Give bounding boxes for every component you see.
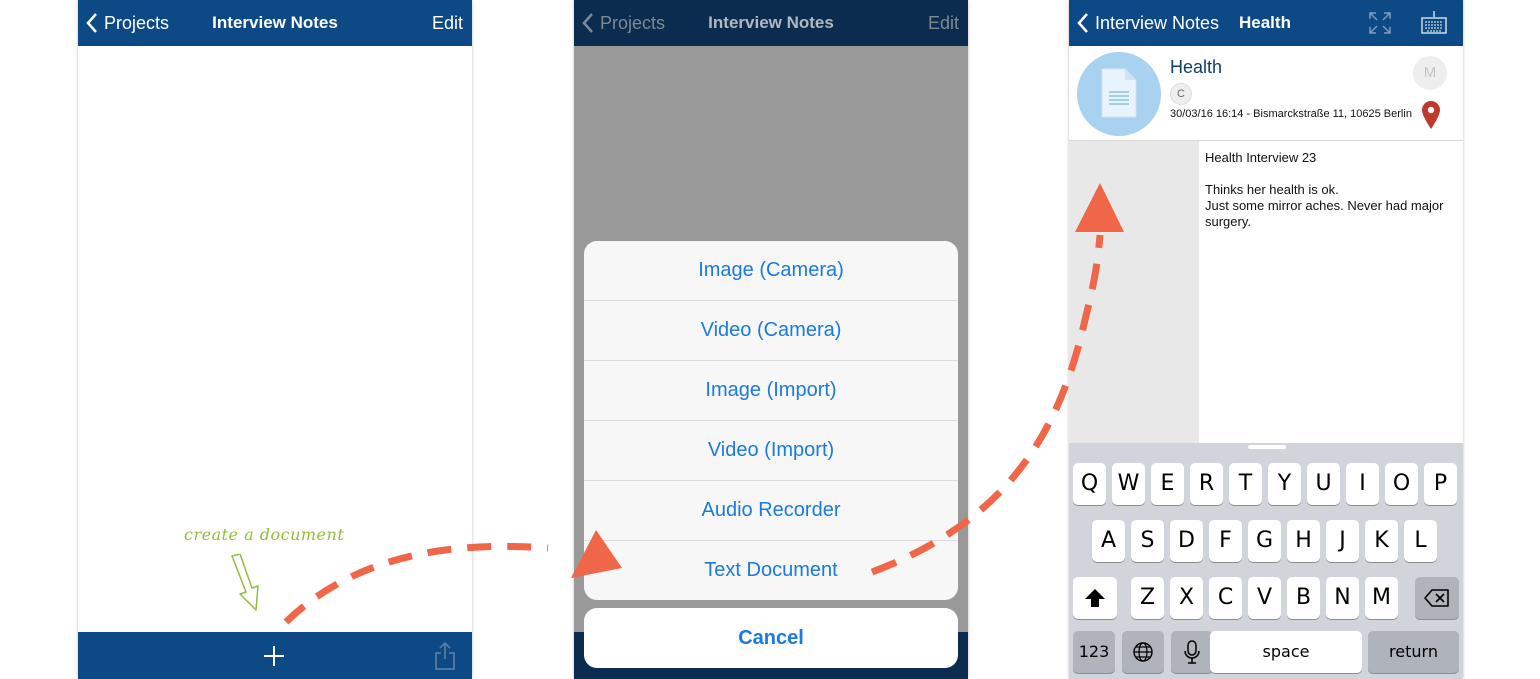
dictation-key[interactable]: [1171, 631, 1213, 673]
action-video-import[interactable]: Video (Import): [584, 421, 958, 481]
key[interactable]: F: [1209, 520, 1242, 562]
back-label: Interview Notes: [1095, 12, 1220, 33]
cancel-button[interactable]: Cancel: [584, 608, 958, 668]
navigation-bar: Interview Notes Health: [1069, 0, 1463, 46]
numbers-key[interactable]: 123: [1073, 631, 1115, 673]
bottom-toolbar: [78, 632, 472, 679]
hint-arrow-icon: [231, 554, 259, 611]
page-title: Health: [1239, 13, 1291, 32]
key[interactable]: C: [1209, 577, 1242, 619]
back-button[interactable]: Projects: [582, 0, 665, 46]
shift-key[interactable]: [1073, 577, 1117, 619]
key[interactable]: G: [1248, 520, 1281, 562]
expand-icon[interactable]: [1368, 11, 1392, 35]
action-audio-recorder[interactable]: Audio Recorder: [584, 481, 958, 541]
back-button[interactable]: Interview Notes: [1077, 0, 1219, 46]
key[interactable]: W: [1112, 463, 1145, 505]
document-icon: [1101, 68, 1137, 118]
back-label: Projects: [104, 12, 170, 33]
key[interactable]: Z: [1131, 577, 1164, 619]
globe-icon: [1133, 642, 1153, 662]
back-button[interactable]: Projects: [86, 0, 169, 46]
hint-label: create a document: [184, 525, 345, 544]
note-text-area[interactable]: Health Interview 23 Thinks her health is…: [1205, 150, 1455, 230]
key[interactable]: D: [1170, 520, 1203, 562]
keyboard: Q W E R T Y U I O P A S D F G H J K L Z …: [1069, 443, 1463, 679]
key[interactable]: T: [1229, 463, 1262, 505]
back-label: Projects: [600, 12, 666, 33]
document-meta: 30/03/16 16:14 - Bismarckstraße 11, 1062…: [1170, 108, 1412, 120]
return-key[interactable]: return: [1368, 631, 1459, 673]
key[interactable]: L: [1404, 520, 1437, 562]
backspace-icon: [1424, 589, 1449, 607]
screen-add-document-sheet: Projects Interview Notes Edit Image (Cam…: [574, 0, 968, 679]
navigation-bar: Projects Interview Notes Edit: [574, 0, 968, 46]
key[interactable]: N: [1326, 577, 1359, 619]
key[interactable]: K: [1365, 520, 1398, 562]
key[interactable]: Y: [1268, 463, 1301, 505]
key[interactable]: X: [1170, 577, 1203, 619]
key[interactable]: A: [1092, 520, 1125, 562]
document-title[interactable]: Health: [1170, 57, 1222, 78]
note-gutter: [1069, 141, 1199, 443]
screen-text-document: Interview Notes Health Health C 30/03/16…: [1069, 0, 1463, 679]
document-thumbnail[interactable]: [1077, 52, 1161, 136]
key[interactable]: J: [1326, 520, 1359, 562]
key[interactable]: M: [1365, 577, 1398, 619]
key[interactable]: P: [1424, 463, 1457, 505]
edit-button[interactable]: Edit: [432, 0, 463, 46]
chevron-left-icon: [86, 13, 97, 33]
marker-badge[interactable]: M: [1413, 56, 1447, 90]
share-icon[interactable]: [433, 641, 457, 671]
chevron-left-icon: [582, 13, 593, 33]
action-image-camera[interactable]: Image (Camera): [584, 241, 958, 301]
keyboard-icon[interactable]: [1421, 11, 1447, 35]
action-image-import[interactable]: Image (Import): [584, 361, 958, 421]
edit-button[interactable]: Edit: [928, 0, 959, 46]
space-key[interactable]: space: [1210, 631, 1362, 673]
plus-icon[interactable]: [262, 644, 286, 668]
key[interactable]: V: [1248, 577, 1281, 619]
globe-key[interactable]: [1122, 631, 1164, 673]
key[interactable]: B: [1287, 577, 1320, 619]
shift-icon: [1085, 589, 1105, 607]
chevron-left-icon: [1077, 13, 1088, 33]
action-video-camera[interactable]: Video (Camera): [584, 301, 958, 361]
document-header: Health C 30/03/16 16:14 - Bismarckstraße…: [1069, 46, 1463, 141]
key[interactable]: U: [1307, 463, 1340, 505]
key[interactable]: E: [1151, 463, 1184, 505]
document-list: [78, 46, 472, 632]
location-pin-icon[interactable]: [1421, 100, 1441, 130]
screen-project-list: Projects Interview Notes Edit create a d…: [78, 0, 472, 679]
key[interactable]: I: [1346, 463, 1379, 505]
action-text-document[interactable]: Text Document: [584, 541, 958, 600]
delete-key[interactable]: [1415, 577, 1459, 619]
keyboard-handle[interactable]: [1248, 445, 1286, 449]
navigation-bar: Projects Interview Notes Edit: [78, 0, 472, 46]
key[interactable]: S: [1131, 520, 1164, 562]
key[interactable]: R: [1190, 463, 1223, 505]
key[interactable]: Q: [1073, 463, 1106, 505]
key[interactable]: O: [1385, 463, 1418, 505]
category-badge[interactable]: C: [1170, 83, 1192, 105]
action-sheet: Image (Camera) Video (Camera) Image (Imp…: [584, 241, 958, 600]
key[interactable]: H: [1287, 520, 1320, 562]
microphone-icon: [1184, 640, 1200, 664]
